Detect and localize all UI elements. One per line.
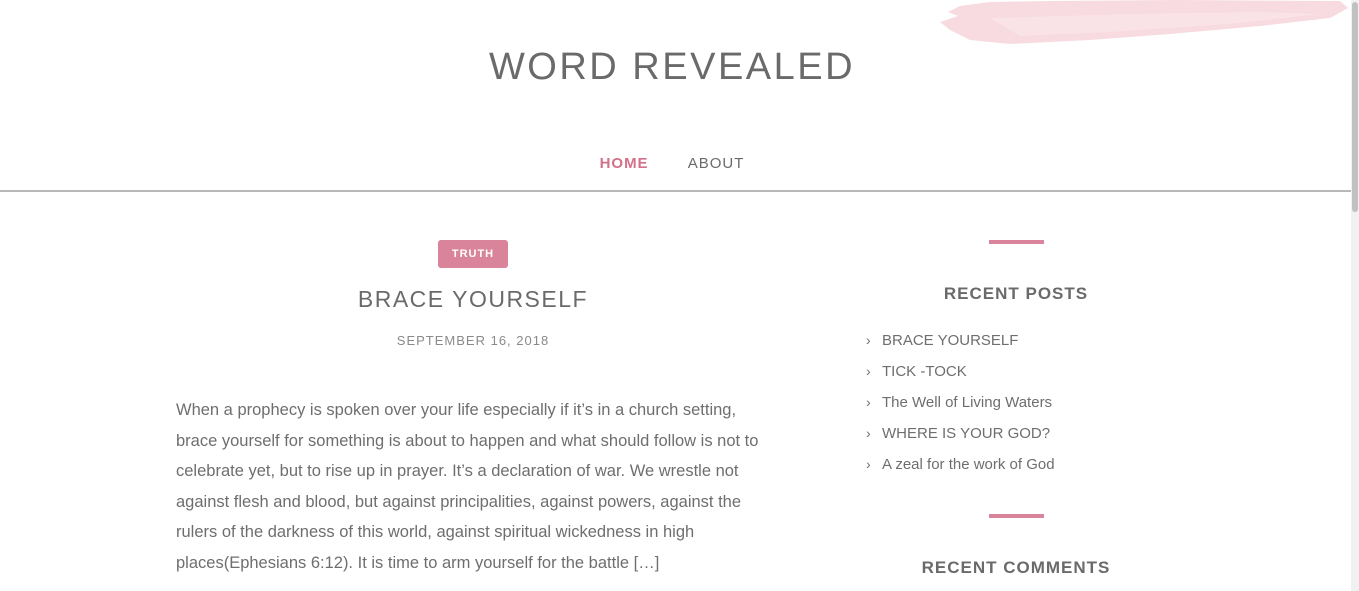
post-date[interactable]: SEPTEMBER 16, 2018 — [176, 333, 770, 348]
recent-posts-list: › BRACE YOURSELF › TICK -TOCK › The Well… — [866, 332, 1166, 487]
chevron-right-icon: › — [866, 425, 871, 441]
recent-post-link[interactable]: TICK -TOCK — [882, 363, 967, 380]
recent-post-link[interactable]: A zeal for the work of God — [882, 456, 1055, 473]
widget-title-recent-comments: RECENT COMMENTS — [921, 558, 1111, 577]
category-badge[interactable]: TRUTH — [438, 240, 508, 268]
widget-accent-bar — [988, 240, 1044, 244]
post-title: BRACE YOURSELF — [176, 286, 770, 313]
recent-post-link[interactable]: BRACE YOURSELF — [882, 332, 1018, 349]
nav-item-home[interactable]: HOME — [600, 155, 649, 172]
site-title[interactable]: WORD REVEALED — [0, 46, 1344, 89]
sidebar: RECENT POSTS › BRACE YOURSELF › TICK -TO… — [866, 240, 1166, 577]
widget-accent-bar — [988, 514, 1044, 518]
page: WORD REVEALED HOME ABOUT TRUTH BRACE YOU… — [0, 0, 1359, 591]
chevron-right-icon: › — [866, 363, 871, 379]
vertical-scrollbar[interactable] — [1351, 0, 1359, 591]
list-item: › A zeal for the work of God — [866, 456, 1166, 487]
list-item: › TICK -TOCK — [866, 363, 1166, 394]
list-item: › BRACE YOURSELF — [866, 332, 1166, 363]
widget-title-recent-posts: RECENT POSTS — [943, 284, 1089, 303]
header-divider — [0, 190, 1351, 192]
brush-stroke-decoration — [940, 0, 1348, 44]
list-item: › The Well of Living Waters — [866, 394, 1166, 425]
chevron-right-icon: › — [866, 394, 871, 410]
post-title-link[interactable]: BRACE YOURSELF — [358, 286, 588, 312]
scrollbar-thumb[interactable] — [1352, 2, 1358, 212]
chevron-right-icon: › — [866, 456, 871, 472]
nav-item-about[interactable]: ABOUT — [688, 155, 745, 172]
post-excerpt: When a prophecy is spoken over your life… — [176, 401, 759, 572]
recent-comments-widget: RECENT COMMENTS — [866, 514, 1166, 578]
recent-posts-widget: RECENT POSTS › BRACE YOURSELF › TICK -TO… — [866, 240, 1166, 487]
main-nav: HOME ABOUT — [0, 155, 1344, 172]
recent-post-link[interactable]: The Well of Living Waters — [882, 394, 1052, 411]
recent-post-link[interactable]: WHERE IS YOUR GOD? — [882, 425, 1050, 442]
list-item: › WHERE IS YOUR GOD? — [866, 425, 1166, 456]
chevron-right-icon: › — [866, 332, 871, 348]
post: TRUTH BRACE YOURSELF SEPTEMBER 16, 2018 … — [176, 240, 770, 591]
